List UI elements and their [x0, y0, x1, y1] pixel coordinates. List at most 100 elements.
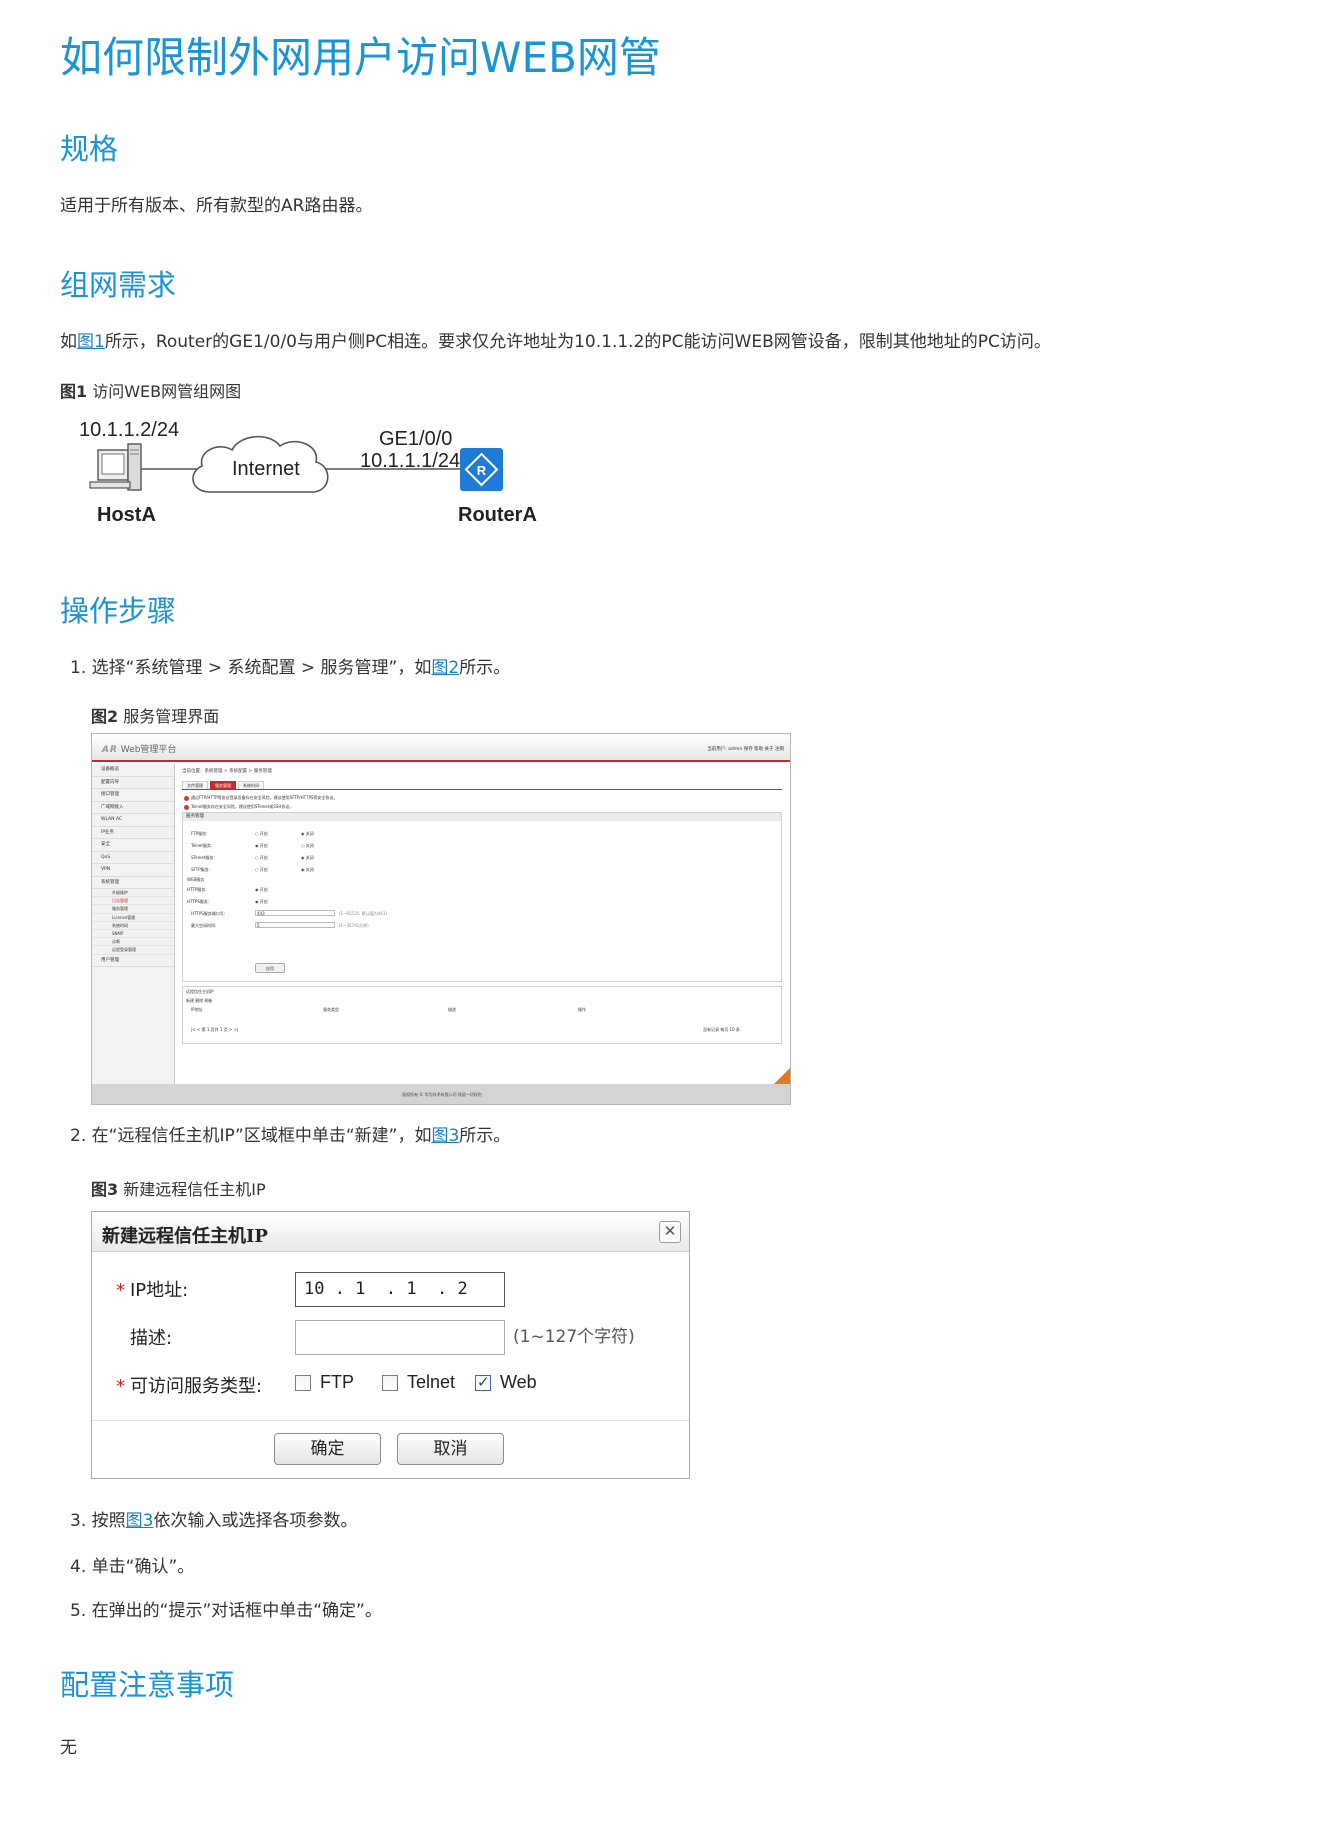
- ftp-checkbox[interactable]: [295, 1375, 311, 1391]
- close-icon[interactable]: ✕: [659, 1221, 681, 1243]
- port-label: GE1/0/0: [379, 428, 453, 450]
- cancel-button[interactable]: 取消: [397, 1433, 504, 1465]
- step-1-post: 所示。: [459, 658, 511, 678]
- f2-side-item: 安全: [92, 839, 174, 852]
- step-4: 4. 单击“确认”。: [70, 1552, 194, 1577]
- req-heading: 组网需求: [60, 268, 177, 302]
- warning-icon: [184, 795, 189, 801]
- service-management-screenshot: AR Web管理平台 当前用户: admin 保存 帮助 关于 注销 设备概览 …: [91, 733, 791, 1105]
- step-3: 3. 按照图3依次输入或选择各项参数。: [70, 1506, 357, 1531]
- svg-text:R: R: [477, 463, 487, 478]
- f2-radio: ○ 关闭: [301, 843, 314, 848]
- web-checkbox[interactable]: [475, 1373, 491, 1391]
- ip-address-input[interactable]: 10 . 1 . 1 . 2: [295, 1272, 505, 1307]
- f2-side-item: 系统管理: [92, 877, 174, 889]
- telnet-checkbox-label: Telnet: [407, 1372, 456, 1392]
- fig3-link[interactable]: 图3: [431, 1126, 459, 1146]
- req-text: 如图1所示，Router的GE1/0/0与用户侧PC相连。要求仅允许地址为10.…: [60, 327, 1051, 352]
- f2-top-links: 当前用户: admin 保存 帮助 关于 注销: [707, 747, 784, 752]
- f2-side-sub: 服务管理: [92, 905, 174, 914]
- f2-radio-text: 开启: [259, 843, 268, 848]
- f2-side-item: QoS: [92, 852, 174, 864]
- f2-radio-text: 开启: [259, 887, 268, 892]
- fig3-link[interactable]: 图3: [126, 1511, 154, 1531]
- f2-timeout-label: 最大空闲时间:: [191, 923, 217, 928]
- f2-radio: ◉ 开启: [255, 887, 268, 892]
- f2-warning: 通过FTP/HTTP等协议登录设备存在安全风险，建议使用SFTP/HTTPS等安…: [184, 795, 337, 801]
- fig3-caption: 图3 新建远程信任主机IP: [91, 1176, 266, 1200]
- fig1-label: 图1: [60, 382, 88, 401]
- req-text-pre: 如: [60, 332, 77, 352]
- f2-side-item: VPN: [92, 864, 174, 877]
- spec-heading: 规格: [60, 132, 119, 166]
- fig1-link[interactable]: 图1: [77, 332, 105, 352]
- notes-text: 无: [60, 1738, 77, 1758]
- f2-warning-text: 通过FTP/HTTP等协议登录设备存在安全风险，建议使用SFTP/HTTPS等安…: [191, 795, 338, 800]
- f2-row-label: STelnet服务:: [191, 855, 215, 860]
- step-4-num: 4.: [70, 1557, 87, 1577]
- fig3-label: 图3: [91, 1180, 119, 1199]
- cloud-label: Internet: [232, 458, 300, 480]
- f2-apply-button: 应用: [255, 963, 285, 973]
- f2-warning-text: Telnet服务存在安全风险，建议使用STelnet或SSH协议。: [191, 804, 294, 809]
- step-3-pre: 按照: [91, 1511, 126, 1531]
- f2-port-hint: (1~65535, 默认值为443): [339, 911, 387, 916]
- f2-row-label: FTP服务:: [191, 831, 208, 836]
- fig3-caption-text: 新建远程信任主机IP: [123, 1180, 266, 1199]
- f2-trust-toolbar: 新建 删除 刷新: [186, 998, 213, 1003]
- step-1-pre: 选择“系统管理 > 系统配置 > 服务管理”，如: [91, 658, 432, 678]
- f2-radio-text: 关闭: [305, 831, 314, 836]
- f2-timeout-input: 5: [255, 922, 335, 928]
- fig2-link[interactable]: 图2: [431, 658, 459, 678]
- f2-main: 当前位置：系统管理 > 系统配置 > 服务管理 文件管理 服务管理 系统时间 通过F…: [178, 764, 789, 1084]
- description-input[interactable]: [295, 1320, 505, 1355]
- f2-radio: ◉ 关闭: [301, 831, 314, 836]
- f2-logo-mark: AR: [102, 745, 118, 755]
- step-5-num: 5.: [70, 1601, 87, 1621]
- f2-app-title: Web管理平台: [120, 745, 177, 755]
- f2-radio: ◉ 关闭: [301, 855, 314, 860]
- step-4-text: 单击“确认”。: [91, 1557, 195, 1577]
- notes-heading: 配置注意事项: [60, 1668, 235, 1702]
- ok-button[interactable]: 确定: [274, 1433, 381, 1465]
- required-mark: *: [116, 1280, 125, 1301]
- f2-https-label: HTTPS服务:: [187, 899, 210, 904]
- spec-text: 适用于所有版本、所有款型的AR路由器。: [60, 196, 373, 216]
- f2-side-item: IP业务: [92, 827, 174, 839]
- f2-corner-decoration: [774, 1068, 790, 1084]
- f2-breadcrumb: 当前位置：系统管理 > 系统配置 > 服务管理: [182, 769, 272, 774]
- host-ip-label: 10.1.1.2/24: [79, 419, 180, 441]
- f2-radio: ◉ 关闭: [301, 867, 314, 872]
- f2-side-sub: 系统时间: [92, 922, 174, 930]
- f2-header: AR Web管理平台 当前用户: admin 保存 帮助 关于 注销: [92, 734, 790, 762]
- f2-warning: Telnet服务存在安全风险，建议使用STelnet或SSH协议。: [184, 804, 293, 810]
- f2-radio: ◉ 开启: [255, 843, 268, 848]
- f2-tabs: 文件管理 服务管理 系统时间: [182, 781, 782, 790]
- f2-side-sub: 诊断: [92, 938, 174, 947]
- f2-radio: ○ 开启: [255, 855, 268, 860]
- warning-icon: [184, 804, 189, 810]
- f2-col: 操作: [578, 1007, 586, 1012]
- f2-row-label: SFTP服务:: [191, 867, 210, 872]
- f2-port-label: HTTPS服务端口号:: [191, 911, 226, 916]
- f2-radio-text: 开启: [259, 855, 268, 860]
- steps-heading: 操作步骤: [60, 594, 177, 628]
- router-name-label: RouterA: [458, 504, 537, 526]
- f2-footer: 版权所有 © 华为技术有限公司 保留一切权利: [92, 1084, 790, 1104]
- required-mark: *: [116, 1376, 125, 1397]
- step-2-num: 2.: [70, 1126, 87, 1146]
- f2-side-sub: 远程登录管理: [92, 946, 174, 955]
- f2-side-sub: License管理: [92, 914, 174, 922]
- step-5-text: 在弹出的“提示”对话框中单击“确定”。: [91, 1601, 382, 1621]
- f2-side-sub: SNMP: [92, 930, 174, 939]
- f2-port-input: 443: [255, 910, 335, 916]
- description-hint: (1~127个字符): [513, 1327, 635, 1347]
- f2-logo: AR Web管理平台: [102, 742, 176, 755]
- service-type-label-text: 可访问服务类型:: [130, 1376, 263, 1397]
- f2-side-item: 配置向导: [92, 777, 174, 789]
- page-title: 如何限制外网用户访问WEB网管: [60, 33, 661, 82]
- telnet-checkbox[interactable]: [382, 1375, 398, 1391]
- ftp-checkbox-label: FTP: [320, 1372, 354, 1392]
- dialog-title: 新建远程信任主机IP: [102, 1226, 268, 1247]
- web-checkbox-label: Web: [500, 1372, 537, 1392]
